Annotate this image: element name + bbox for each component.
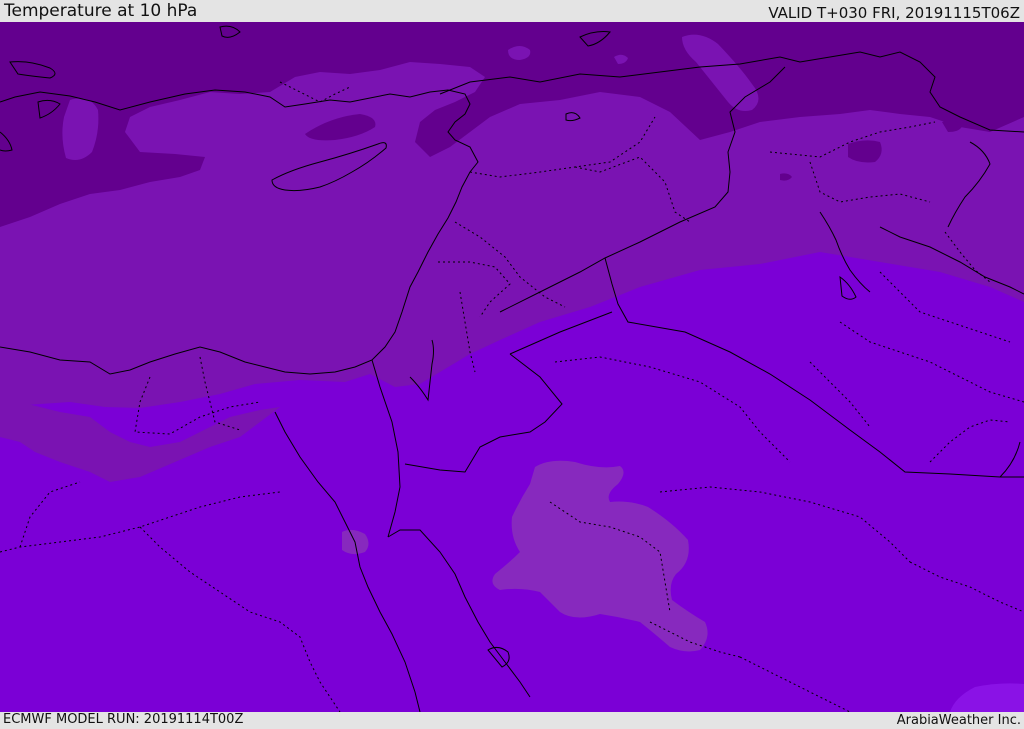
map-figure: Temperature at 10 hPa VALID T+030 FRI, 2… bbox=[0, 0, 1024, 729]
temperature-map bbox=[0, 22, 1024, 712]
model-run: ECMWF MODEL RUN: 20191114T00Z bbox=[3, 712, 244, 727]
footer-bar: ECMWF MODEL RUN: 20191114T00Z ArabiaWeat… bbox=[0, 712, 1024, 729]
map-title: Temperature at 10 hPa bbox=[4, 1, 198, 21]
header-bar: Temperature at 10 hPa VALID T+030 FRI, 2… bbox=[0, 0, 1024, 22]
credit: ArabiaWeather Inc. bbox=[896, 713, 1021, 728]
mid-band-cold-patch bbox=[848, 140, 882, 163]
valid-time: VALID T+030 FRI, 20191115T06Z bbox=[768, 4, 1020, 22]
